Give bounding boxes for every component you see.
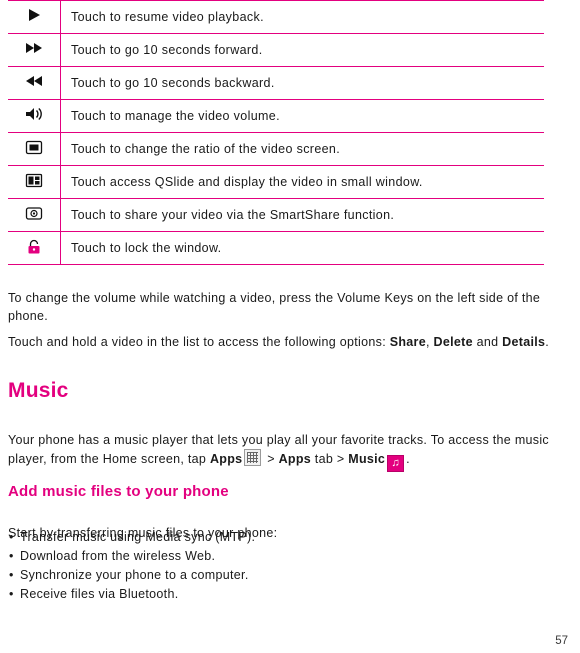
list-item: Synchronize your phone to a computer. [8, 566, 255, 585]
row-description: Touch to go 10 seconds backward. [60, 66, 544, 100]
manual-page: Touch to resume video playback. Touch to… [0, 0, 580, 653]
option-share: Share [389, 334, 426, 349]
option-details: Details [502, 334, 546, 349]
apps-label-1: Apps [209, 451, 243, 466]
options-sep: , [425, 334, 434, 349]
smartshare-icon [22, 205, 46, 225]
row-description: Touch to manage the video volume. [60, 99, 544, 133]
music-label: Music [348, 451, 386, 466]
row-description: Touch to go 10 seconds forward. [60, 33, 544, 67]
row-description: Touch to resume video playback. [60, 0, 544, 34]
lock-icon [22, 238, 46, 258]
page-number: 57 [555, 635, 568, 647]
music-intro-period: . [406, 451, 410, 466]
table-body: Touch to resume video playback. Touch to… [8, 0, 544, 265]
volume-icon [22, 106, 46, 126]
cell-icon [8, 198, 61, 232]
subsection-title-add-music: Add music files to your phone [8, 483, 229, 500]
paragraph-volume: To change the volume while watching a vi… [8, 290, 541, 323]
play-icon [22, 7, 46, 27]
row-description: Touch to share your video via the SmartS… [60, 198, 544, 232]
table-row: Touch to resume video playback. [8, 0, 544, 34]
section-title-music: Music [8, 379, 69, 402]
option-delete: Delete [433, 334, 473, 349]
list-item: Transfer music using Media sync (MTP). [8, 528, 255, 547]
qslide-icon [22, 172, 46, 192]
paragraph-options: Touch and hold a video in the list to ac… [8, 333, 556, 351]
cell-icon [8, 165, 61, 199]
cell-icon [8, 0, 61, 34]
path-tab: tab > [311, 451, 349, 466]
table-row: Touch to go 10 seconds backward. [8, 66, 544, 100]
options-period: . [545, 334, 550, 349]
cell-icon [8, 66, 61, 100]
table-row: Touch to manage the video volume. [8, 99, 544, 133]
music-note-icon: ♫ [387, 454, 405, 472]
cell-icon [8, 99, 61, 133]
table-row: Touch to change the ratio of the video s… [8, 132, 544, 166]
path-sep-1: > [263, 451, 279, 466]
video-controls-table: Touch to resume video playback. Touch to… [8, 0, 544, 265]
apps-icon [244, 448, 262, 466]
cell-icon [8, 231, 61, 265]
table-row: Touch to lock the window. [8, 231, 544, 265]
paragraph-music-intro: Your phone has a music player that lets … [8, 431, 553, 472]
cell-icon [8, 33, 61, 67]
table-row: Touch to share your video via the SmartS… [8, 198, 544, 232]
list-item: Receive files via Bluetooth. [8, 585, 255, 604]
screen-ratio-icon [22, 139, 46, 159]
rewind-icon [22, 73, 46, 93]
table-row: Touch to go 10 seconds forward. [8, 33, 544, 67]
apps-label-2: Apps [278, 451, 312, 466]
options-and: and [472, 334, 503, 349]
cell-icon [8, 132, 61, 166]
transfer-methods-list: Transfer music using Media sync (MTP). D… [8, 528, 255, 604]
fast-forward-icon [22, 40, 46, 60]
table-row: Touch access QSlide and display the vide… [8, 165, 544, 199]
row-description: Touch access QSlide and display the vide… [60, 165, 544, 199]
row-description: Touch to lock the window. [60, 231, 544, 265]
row-description: Touch to change the ratio of the video s… [60, 132, 544, 166]
options-text-lead: Touch and hold a video in the list to ac… [8, 334, 390, 349]
list-item: Download from the wireless Web. [8, 547, 255, 566]
